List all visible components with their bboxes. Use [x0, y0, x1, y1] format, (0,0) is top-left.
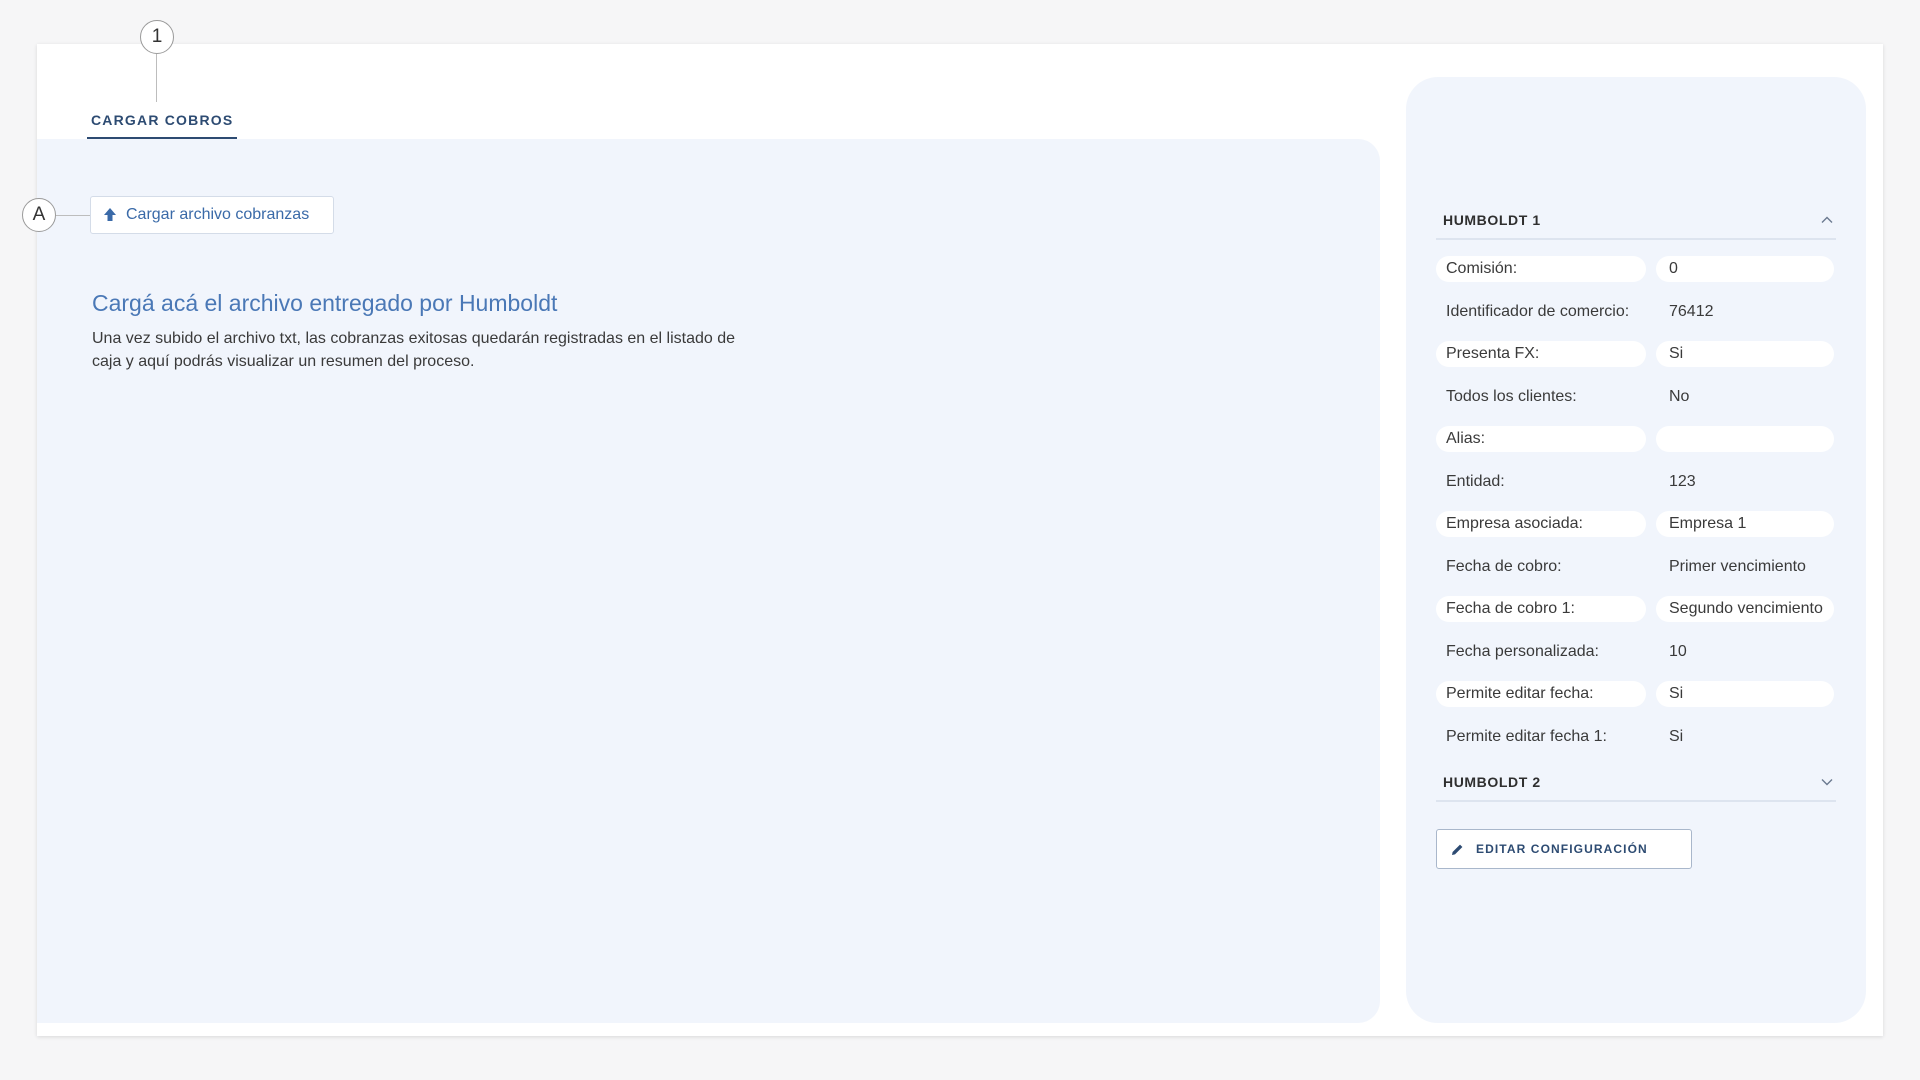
config-field-row: Comisión: 0	[1436, 256, 1836, 282]
annotation-marker-line	[56, 215, 91, 216]
pencil-icon	[1451, 843, 1464, 856]
annotation-marker: A	[22, 198, 56, 232]
tab-label: CARGAR COBROS	[91, 112, 234, 128]
config-field-value: No	[1669, 387, 1690, 405]
step-marker-line	[156, 54, 157, 102]
config-field-row: Todos los clientes: No	[1436, 384, 1836, 410]
config-field-row: Fecha personalizada: 10	[1436, 639, 1836, 665]
chevron-up-icon	[1820, 213, 1834, 227]
upload-description: Una vez subido el archivo txt, las cobra…	[92, 330, 736, 370]
config-field-value: Si	[1656, 341, 1834, 367]
main-panel	[37, 139, 1380, 1023]
config-field-label: Fecha de cobro 1:	[1436, 596, 1646, 622]
config-field-value: Si	[1669, 727, 1684, 745]
config-field-row: Empresa asociada: Empresa 1	[1436, 511, 1836, 537]
chevron-down-icon	[1820, 775, 1834, 789]
config-field-label: Fecha personalizada:	[1446, 642, 1599, 660]
config-field-value: Empresa 1	[1656, 511, 1834, 537]
edit-configuration-button[interactable]: EDITAR CONFIGURACIÓN	[1436, 829, 1692, 869]
config-field-row: Alias:	[1436, 426, 1836, 452]
accordion-title: HUMBOLDT 1	[1443, 212, 1541, 228]
config-field-row: Presenta FX: Si	[1436, 341, 1836, 367]
config-field-label: Fecha de cobro:	[1446, 557, 1562, 575]
config-field-value: 123	[1669, 472, 1696, 490]
config-field-value: 76412	[1669, 302, 1714, 320]
config-field-label: Empresa asociada:	[1436, 511, 1646, 537]
config-field-label: Comisión:	[1436, 256, 1646, 282]
upload-button-label: Cargar archivo cobranzas	[126, 206, 310, 223]
tab-cargar-cobros[interactable]: CARGAR COBROS	[87, 108, 238, 139]
config-field-label: Permite editar fecha 1:	[1446, 727, 1607, 745]
config-field-label: Entidad:	[1446, 472, 1505, 490]
config-field-label: Presenta FX:	[1436, 341, 1646, 367]
config-field-value: Si	[1656, 681, 1834, 707]
config-field-value: Primer vencimiento	[1669, 557, 1806, 575]
config-field-value: 0	[1656, 256, 1834, 282]
upload-headline: Cargá acá el archivo entregado por Humbo…	[92, 290, 558, 316]
config-field-value: 10	[1669, 642, 1687, 660]
config-field-row: Fecha de cobro 1: Segundo vencimiento	[1436, 596, 1836, 622]
config-field-row: Permite editar fecha 1: Si	[1436, 724, 1836, 750]
config-field-value: Segundo vencimiento	[1656, 596, 1834, 622]
config-field-label: Permite editar fecha:	[1436, 681, 1646, 707]
step-marker: 1	[140, 20, 174, 54]
config-field-row: Entidad: 123	[1436, 469, 1836, 495]
edit-button-label: EDITAR CONFIGURACIÓN	[1476, 842, 1648, 856]
accordion-humboldt-1[interactable]: HUMBOLDT 1	[1436, 210, 1836, 240]
accordion-humboldt-2[interactable]: HUMBOLDT 2	[1436, 772, 1836, 802]
config-field-label: Todos los clientes:	[1446, 387, 1577, 405]
config-field-value	[1656, 426, 1834, 452]
accordion-title: HUMBOLDT 2	[1443, 774, 1541, 790]
upload-file-button[interactable]: Cargar archivo cobranzas	[90, 196, 334, 234]
config-field-row: Fecha de cobro: Primer vencimiento	[1436, 554, 1836, 580]
config-field-label: Alias:	[1436, 426, 1646, 452]
config-field-label: Identificador de comercio:	[1446, 302, 1630, 320]
upload-arrow-icon	[103, 207, 117, 223]
config-field-row: Identificador de comercio: 76412	[1436, 299, 1836, 325]
config-field-row: Permite editar fecha: Si	[1436, 681, 1836, 707]
